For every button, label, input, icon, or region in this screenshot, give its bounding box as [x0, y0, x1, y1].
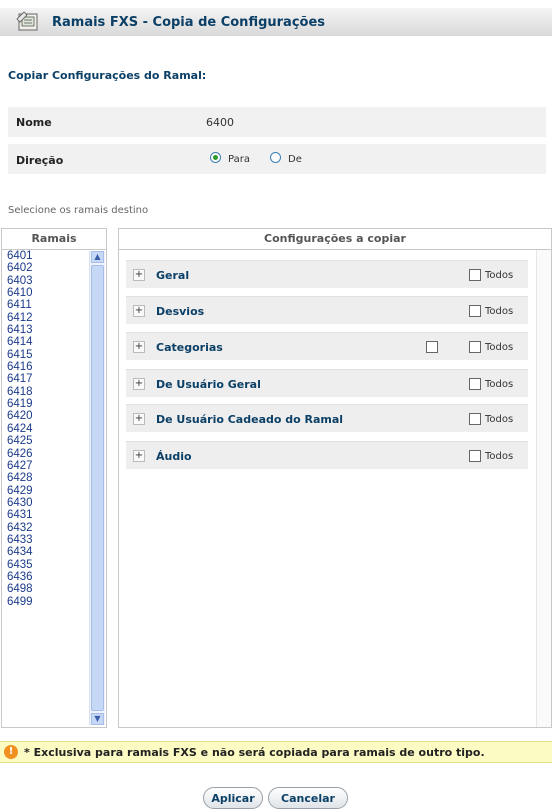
phone-book-icon: [16, 11, 38, 31]
todos-checkbox[interactable]: [469, 305, 481, 317]
list-item[interactable]: 6498: [2, 583, 88, 595]
todos-label: Todos: [485, 306, 514, 317]
list-item[interactable]: 6428: [2, 472, 88, 484]
config-header: Configurações a copiar: [119, 229, 551, 250]
config-row-label: Geral: [156, 269, 190, 282]
scroll-down-icon[interactable]: ▼: [91, 713, 104, 725]
config-row: + Categorias Todos: [126, 332, 528, 360]
config-row-label: Desvios: [156, 305, 205, 318]
todos-checkbox[interactable]: [469, 413, 481, 425]
config-row-checkbox[interactable]: [426, 341, 438, 353]
todos-label: Todos: [485, 451, 514, 462]
radio-de[interactable]: [270, 152, 281, 163]
expand-icon[interactable]: +: [133, 269, 145, 281]
ramais-list[interactable]: 6401 6402 6403 6410 6411 6412 6413 6414 6415 6416…: [2, 250, 88, 608]
list-item[interactable]: 6433: [2, 534, 88, 546]
direcao-row: Direção Para De: [8, 144, 546, 174]
nome-row: Nome 6400: [8, 107, 546, 137]
list-item[interactable]: 6431: [2, 509, 88, 521]
config-panel: Configurações a copiar + Geral Todos + Desvi…: [118, 228, 552, 728]
todos-checkbox[interactable]: [469, 450, 481, 462]
list-item[interactable]: 6426: [2, 448, 88, 460]
expand-icon[interactable]: +: [133, 341, 145, 353]
todos-label: Todos: [485, 379, 514, 390]
list-item[interactable]: 6419: [2, 398, 88, 410]
todos-checkbox[interactable]: [469, 378, 481, 390]
config-row: + Geral Todos: [126, 260, 528, 288]
expand-icon[interactable]: +: [133, 413, 145, 425]
list-item[interactable]: 6424: [2, 423, 88, 435]
list-item[interactable]: 6403: [2, 275, 88, 287]
list-item[interactable]: 6430: [2, 497, 88, 509]
list-item[interactable]: 6413: [2, 324, 88, 336]
notice-bar: ! * Exclusiva para ramais FXS e não será…: [0, 741, 552, 763]
config-row: + Áudio Todos: [126, 441, 528, 469]
config-row: + Desvios Todos: [126, 296, 528, 324]
list-item[interactable]: 6410: [2, 287, 88, 299]
list-item[interactable]: 6416: [2, 361, 88, 373]
radio-para-label: Para: [228, 154, 250, 165]
todos-checkbox[interactable]: [469, 269, 481, 281]
cancel-button[interactable]: Cancelar: [268, 787, 348, 809]
ramais-header: Ramais: [2, 229, 106, 250]
scroll-up-icon[interactable]: ▲: [91, 251, 104, 263]
nome-label: Nome: [16, 116, 52, 129]
list-item[interactable]: 6425: [2, 435, 88, 447]
warning-icon: !: [4, 745, 18, 759]
todos-label: Todos: [485, 270, 514, 281]
list-item[interactable]: 6401: [2, 250, 88, 262]
expand-icon[interactable]: +: [133, 305, 145, 317]
list-item[interactable]: 6415: [2, 349, 88, 361]
direcao-label: Direção: [16, 154, 64, 167]
list-item[interactable]: 6418: [2, 386, 88, 398]
ramais-list-panel: Ramais 6401 6402 6403 6410 6411 6412 6413 6414 6…: [1, 228, 107, 728]
list-item[interactable]: 6412: [2, 312, 88, 324]
todos-label: Todos: [485, 414, 514, 425]
config-row: + De Usuário Cadeado do Ramal Todos: [126, 404, 528, 432]
config-row-label: Áudio: [156, 450, 192, 463]
config-row-label: De Usuário Cadeado do Ramal: [156, 413, 344, 426]
list-item[interactable]: 6434: [2, 546, 88, 558]
expand-icon[interactable]: +: [133, 378, 145, 390]
title-bar: Ramais FXS - Copia de Configurações: [0, 8, 552, 36]
radio-de-label: De: [288, 154, 302, 165]
config-scrollbar[interactable]: [536, 250, 551, 727]
list-item[interactable]: 6417: [2, 373, 88, 385]
list-item[interactable]: 6402: [2, 262, 88, 274]
scroll-thumb[interactable]: [91, 265, 104, 711]
config-row-label: De Usuário Geral: [156, 378, 261, 391]
list-item[interactable]: 6414: [2, 336, 88, 348]
apply-button[interactable]: Aplicar: [203, 787, 263, 809]
notice-text: * Exclusiva para ramais FXS e não será c…: [24, 746, 485, 759]
list-item[interactable]: 6420: [2, 410, 88, 422]
section-title: Copiar Configurações do Ramal:: [8, 69, 207, 82]
list-item[interactable]: 6436: [2, 571, 88, 583]
hint-text: Selecione os ramais destino: [8, 205, 149, 216]
list-item[interactable]: 6499: [2, 596, 88, 608]
ramais-scrollbar[interactable]: ▲ ▼: [89, 251, 105, 725]
page-title: Ramais FXS - Copia de Configurações: [52, 15, 326, 30]
config-row-label: Categorias: [156, 341, 223, 354]
nome-value: 6400: [206, 116, 234, 129]
radio-para[interactable]: [210, 152, 221, 163]
list-item[interactable]: 6435: [2, 559, 88, 571]
list-item[interactable]: 6427: [2, 460, 88, 472]
expand-icon[interactable]: +: [133, 450, 145, 462]
list-item[interactable]: 6429: [2, 485, 88, 497]
config-row: + De Usuário Geral Todos: [126, 369, 528, 397]
todos-checkbox[interactable]: [469, 341, 481, 353]
list-item[interactable]: 6411: [2, 299, 88, 311]
list-item[interactable]: 6432: [2, 522, 88, 534]
todos-label: Todos: [485, 342, 514, 353]
